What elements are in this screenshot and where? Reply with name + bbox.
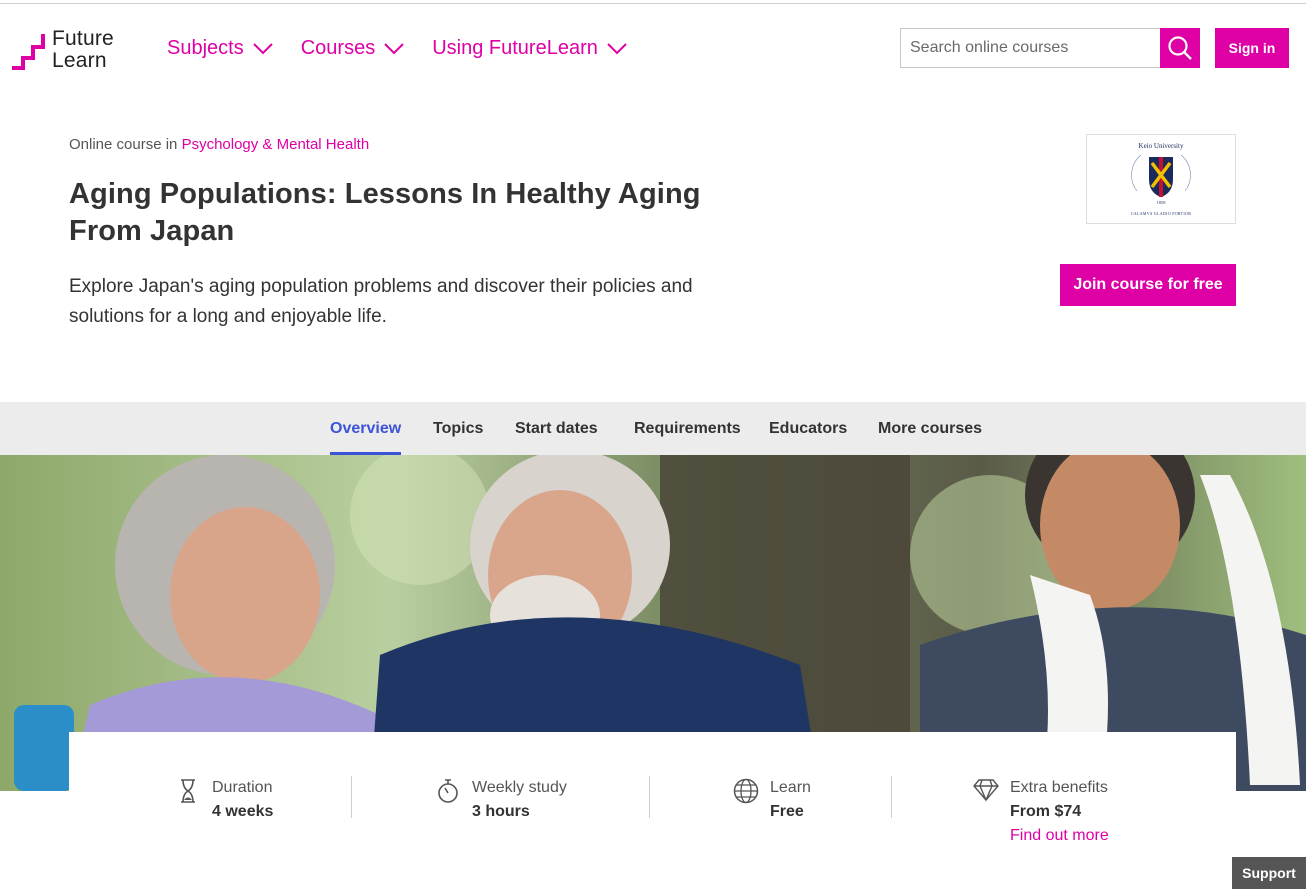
nav-using-futurelearn-label: Using FutureLearn: [432, 37, 598, 59]
tab-overview[interactable]: Overview: [330, 402, 402, 455]
logo-text-line2: Learn: [52, 49, 107, 72]
diamond-icon: [972, 776, 1000, 804]
main-nav: Subjects Courses Using FutureLearn: [167, 37, 655, 60]
support-button[interactable]: Support: [1232, 857, 1306, 889]
learn-label: Learn: [770, 779, 811, 796]
university-logo-name: Keio University: [1138, 142, 1184, 150]
nav-subjects[interactable]: Subjects: [167, 37, 273, 60]
tab-requirements[interactable]: Requirements: [634, 402, 741, 455]
breadcrumb-category-link[interactable]: Psychology & Mental Health: [182, 136, 370, 153]
join-course-button[interactable]: Join course for free: [1060, 264, 1236, 306]
nav-using-futurelearn[interactable]: Using FutureLearn: [432, 37, 627, 60]
course-title: Aging Populations: Lessons In Healthy Ag…: [69, 178, 701, 247]
extra-benefits-value: From $74: [1010, 803, 1082, 820]
course-description: Explore Japan's aging population problem…: [69, 276, 693, 327]
info-duration: Duration 4 weeks: [174, 776, 273, 824]
tab-educators[interactable]: Educators: [769, 402, 847, 455]
weekly-study-value: 3 hours: [472, 803, 530, 820]
learn-value: Free: [770, 803, 804, 820]
info-divider: [649, 776, 650, 818]
nav-subjects-label: Subjects: [167, 37, 244, 59]
info-weekly-study: Weekly study 3 hours: [434, 776, 567, 824]
tab-topics[interactable]: Topics: [433, 402, 483, 455]
futurelearn-logo[interactable]: Future Learn: [12, 28, 114, 72]
logo-text-line1: Future: [52, 27, 114, 50]
university-crest-icon: 1858: [1131, 154, 1191, 205]
weekly-study-label: Weekly study: [472, 779, 567, 796]
logo-text: Future Learn: [52, 28, 114, 72]
duration-value: 4 weeks: [212, 803, 274, 820]
info-extra-benefits: Extra benefits From $74 Find out more: [972, 776, 1109, 848]
stopwatch-icon: [434, 776, 462, 804]
nav-courses[interactable]: Courses: [301, 37, 404, 60]
hourglass-icon: [174, 776, 202, 804]
find-out-more-link[interactable]: Find out more: [1010, 824, 1109, 848]
search-input[interactable]: [900, 28, 1160, 68]
university-logo-year: 1858: [1157, 200, 1167, 205]
duration-label: Duration: [212, 779, 273, 796]
logo-stairs-icon: [12, 34, 45, 70]
breadcrumb-prefix: Online course in: [69, 136, 182, 153]
university-logo[interactable]: Keio University 1858 CALAMVS GLADIO FORT…: [1086, 134, 1236, 224]
chevron-down-icon: [384, 42, 404, 54]
search-icon: [1168, 36, 1192, 60]
tab-start-dates[interactable]: Start dates: [515, 402, 598, 455]
university-logo-motto: CALAMVS GLADIO FORTIOR: [1130, 211, 1192, 216]
course-info-card: Duration 4 weeks Weekly study 3 hours Le…: [69, 732, 1236, 889]
breadcrumb: Online course in Psychology & Mental Hea…: [69, 136, 369, 153]
nav-courses-label: Courses: [300, 37, 376, 59]
extra-benefits-label: Extra benefits: [1010, 779, 1108, 796]
globe-icon: [732, 776, 760, 804]
search-bar: [900, 28, 1200, 68]
search-button[interactable]: [1160, 28, 1200, 68]
chevron-down-icon: [253, 42, 273, 54]
info-divider: [351, 776, 352, 818]
info-divider: [891, 776, 892, 818]
chevron-down-icon: [607, 42, 627, 54]
course-tabs: Overview Topics Start dates Requirements…: [0, 402, 1306, 455]
info-learn: Learn Free: [732, 776, 811, 824]
site-header: Future Learn Subjects Courses Using Futu…: [0, 4, 1306, 92]
sign-in-button[interactable]: Sign in: [1215, 28, 1289, 68]
tab-more-courses[interactable]: More courses: [878, 402, 982, 455]
